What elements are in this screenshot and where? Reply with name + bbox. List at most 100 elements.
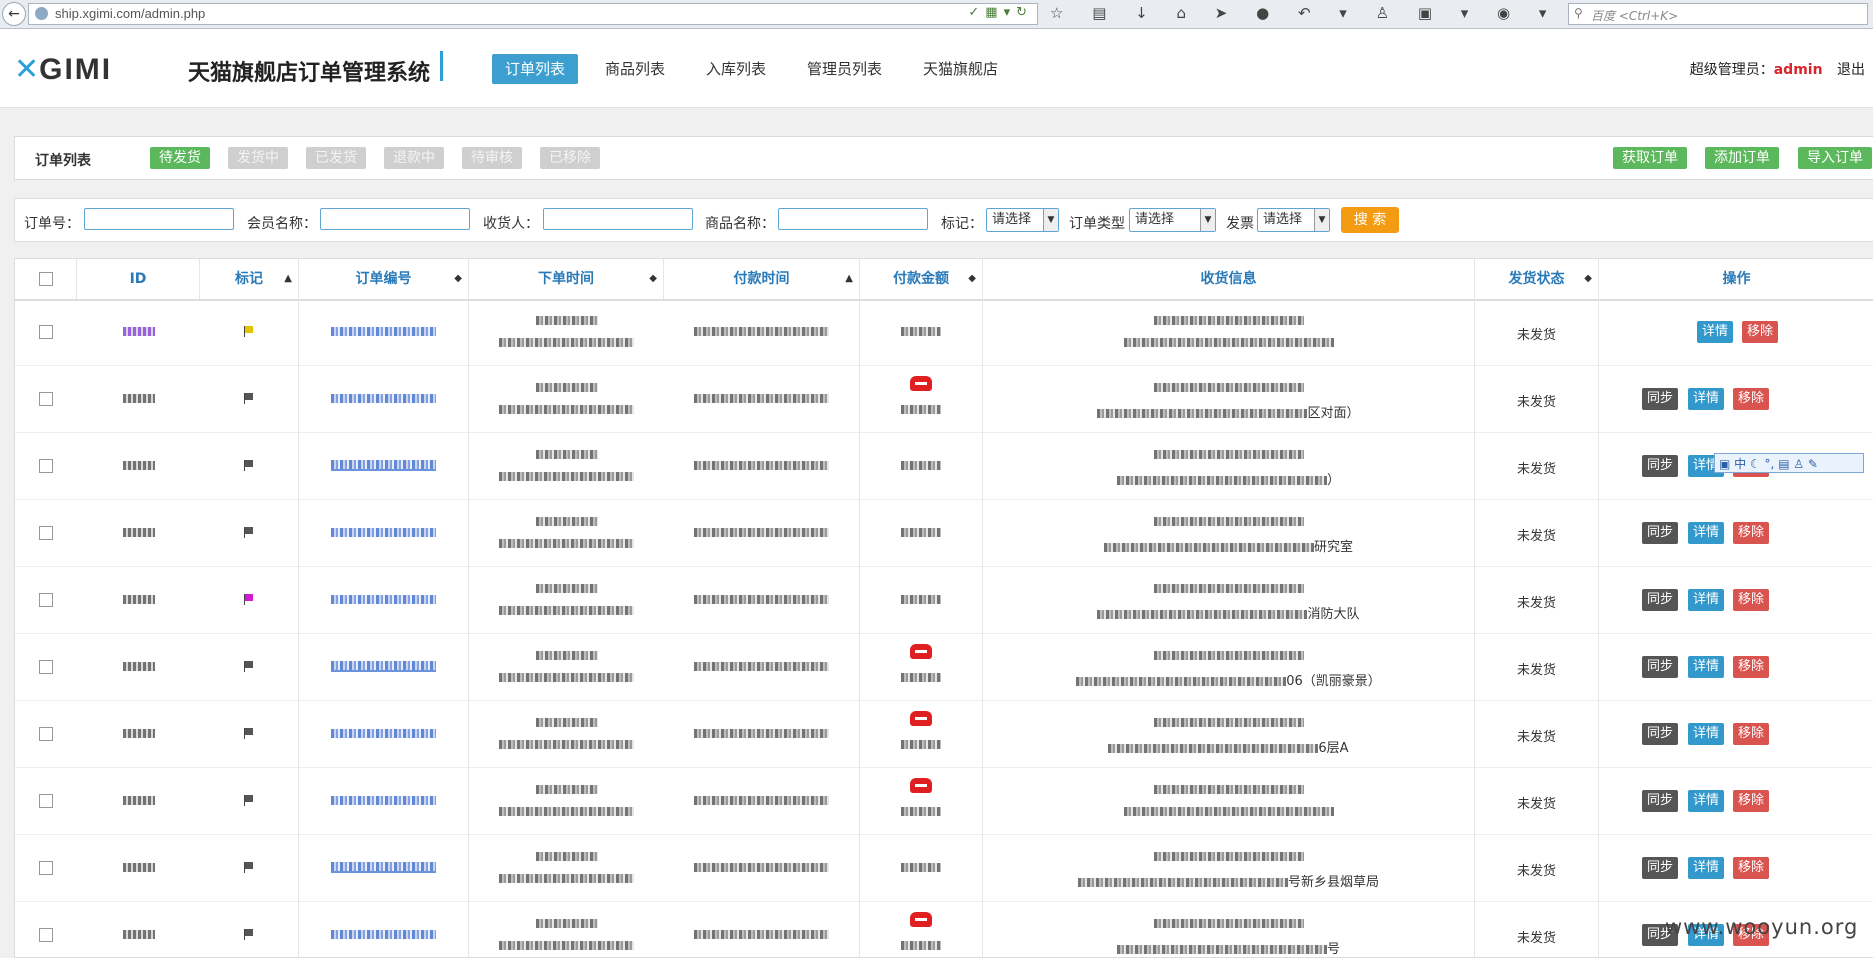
receiver-input[interactable] xyxy=(543,208,693,230)
order-no-link[interactable] xyxy=(331,661,436,672)
id-cell xyxy=(77,835,200,902)
order-type-select[interactable]: 请选择 ▼ xyxy=(1129,208,1216,232)
sync-button[interactable]: 同步 xyxy=(1642,857,1679,879)
row-checkbox[interactable] xyxy=(39,659,53,674)
member-input[interactable] xyxy=(320,208,470,230)
remove-button[interactable]: 移除 xyxy=(1733,656,1770,678)
order-no-link[interactable] xyxy=(331,327,436,336)
row-checkbox[interactable] xyxy=(39,860,53,875)
nav-tmall-store[interactable]: 天猫旗舰店 xyxy=(910,54,1011,84)
sync-button[interactable]: 同步 xyxy=(1642,656,1679,678)
nav-order-list[interactable]: 订单列表 xyxy=(492,54,579,84)
order-no-link[interactable] xyxy=(331,729,436,738)
nav-stock-list[interactable]: 入库列表 xyxy=(693,54,779,84)
flag-icon[interactable] xyxy=(244,795,253,806)
detail-button[interactable]: 详情 xyxy=(1688,589,1725,611)
col-id[interactable]: ID xyxy=(77,259,200,299)
remove-button[interactable]: 移除 xyxy=(1733,790,1770,812)
amount-value xyxy=(901,528,941,537)
id-cell xyxy=(77,701,200,768)
order-no-link[interactable] xyxy=(331,930,436,939)
logout-link[interactable]: 退出 xyxy=(1837,62,1865,78)
receiver-address xyxy=(1097,610,1308,619)
status-pending-ship[interactable]: 待发货 xyxy=(150,147,210,169)
nav-admin-list[interactable]: 管理员列表 xyxy=(794,54,895,84)
detail-button[interactable]: 详情 xyxy=(1688,857,1725,879)
sync-button[interactable]: 同步 xyxy=(1642,790,1679,812)
order-no-link[interactable] xyxy=(331,394,436,403)
flag-icon[interactable] xyxy=(244,929,253,940)
col-order-no[interactable]: 订单编号 ◆ xyxy=(299,259,469,299)
fetch-orders-button[interactable]: 获取订单 xyxy=(1613,147,1687,169)
flag-icon[interactable] xyxy=(244,661,253,672)
order-no-link[interactable] xyxy=(331,460,436,471)
remove-button[interactable]: 移除 xyxy=(1733,388,1770,410)
col-pay-time[interactable]: 付款时间 ▲ xyxy=(664,259,860,299)
id-cell xyxy=(77,768,200,835)
order-no-link[interactable] xyxy=(331,528,436,537)
order-no-input[interactable] xyxy=(84,208,234,230)
status-refunding[interactable]: 退款中 xyxy=(384,147,444,169)
sync-button[interactable]: 同步 xyxy=(1642,723,1679,745)
flag-icon[interactable] xyxy=(244,527,253,538)
sync-button[interactable]: 同步 xyxy=(1642,388,1679,410)
col-order-time[interactable]: 下单时间 ◆ xyxy=(469,259,664,299)
status-shipping[interactable]: 发货中 xyxy=(228,147,288,169)
status-removed[interactable]: 已移除 xyxy=(540,147,600,169)
select-all-checkbox[interactable] xyxy=(38,272,53,286)
amount-value xyxy=(901,327,941,336)
order-time-cell xyxy=(469,299,664,366)
flag-icon[interactable] xyxy=(244,326,253,337)
detail-button[interactable]: 详情 xyxy=(1688,522,1725,544)
remove-button[interactable]: 移除 xyxy=(1733,522,1770,544)
import-orders-button[interactable]: 导入订单 xyxy=(1798,147,1872,169)
remove-button[interactable]: 移除 xyxy=(1733,589,1770,611)
mark-select[interactable]: 请选择 ▼ xyxy=(986,208,1059,232)
order-no-link[interactable] xyxy=(331,862,436,873)
flag-icon[interactable] xyxy=(244,728,253,739)
remove-button[interactable]: 移除 xyxy=(1733,723,1770,745)
search-button[interactable]: 搜 索 xyxy=(1341,207,1399,233)
row-checkbox[interactable] xyxy=(39,391,53,406)
status-pending-review[interactable]: 待审核 xyxy=(462,147,522,169)
sync-button[interactable]: 同步 xyxy=(1642,589,1679,611)
detail-button[interactable]: 详情 xyxy=(1688,790,1725,812)
status-shipped[interactable]: 已发货 xyxy=(306,147,366,169)
remove-button[interactable]: 移除 xyxy=(1733,857,1770,879)
row-checkbox[interactable] xyxy=(39,726,53,741)
ime-toolbar[interactable]: ▣ 中 ☾ °, ▤ ♙ ✎ xyxy=(1714,453,1864,473)
add-order-button[interactable]: 添加订单 xyxy=(1705,147,1779,169)
detail-button[interactable]: 详情 xyxy=(1688,388,1725,410)
flag-icon[interactable] xyxy=(244,594,253,605)
row-checkbox[interactable] xyxy=(39,592,53,607)
product-input[interactable] xyxy=(778,208,928,230)
sync-button[interactable]: 同步 xyxy=(1642,522,1679,544)
row-checkbox[interactable] xyxy=(39,458,53,473)
flag-icon[interactable] xyxy=(244,862,253,873)
order-no-link[interactable] xyxy=(331,595,436,604)
back-icon[interactable]: ← xyxy=(2,2,26,26)
pay-time xyxy=(694,394,829,403)
user-name[interactable]: admin xyxy=(1774,62,1823,78)
row-checkbox[interactable] xyxy=(39,525,53,540)
reload-icon[interactable]: ✓▦▾↻ xyxy=(968,5,1033,20)
detail-button[interactable]: 详情 xyxy=(1688,723,1725,745)
detail-button[interactable]: 详情 xyxy=(1688,656,1725,678)
nav-product-list[interactable]: 商品列表 xyxy=(592,54,678,84)
browser-search-box[interactable]: ⚲ 百度 <Ctrl+K> xyxy=(1568,3,1868,25)
col-mark[interactable]: 标记 ▲ xyxy=(200,259,299,299)
col-ship-status[interactable]: 发货状态 ◆ xyxy=(1475,259,1599,299)
row-checkbox[interactable] xyxy=(39,793,53,808)
sync-button[interactable]: 同步 xyxy=(1642,455,1679,477)
flag-icon[interactable] xyxy=(244,393,253,404)
invoice-select[interactable]: 请选择 ▼ xyxy=(1257,208,1330,232)
row-checkbox[interactable] xyxy=(39,927,53,942)
order-time-cell xyxy=(469,433,664,500)
detail-button[interactable]: 详情 xyxy=(1697,321,1734,343)
remove-button[interactable]: 移除 xyxy=(1742,321,1779,343)
col-amount[interactable]: 付款金额 ◆ xyxy=(860,259,983,299)
flag-icon[interactable] xyxy=(244,460,253,471)
address-bar[interactable]: ship.xgimi.com/admin.php ✓▦▾↻ xyxy=(28,3,1038,25)
order-no-link[interactable] xyxy=(331,796,436,805)
row-checkbox[interactable] xyxy=(39,324,53,339)
